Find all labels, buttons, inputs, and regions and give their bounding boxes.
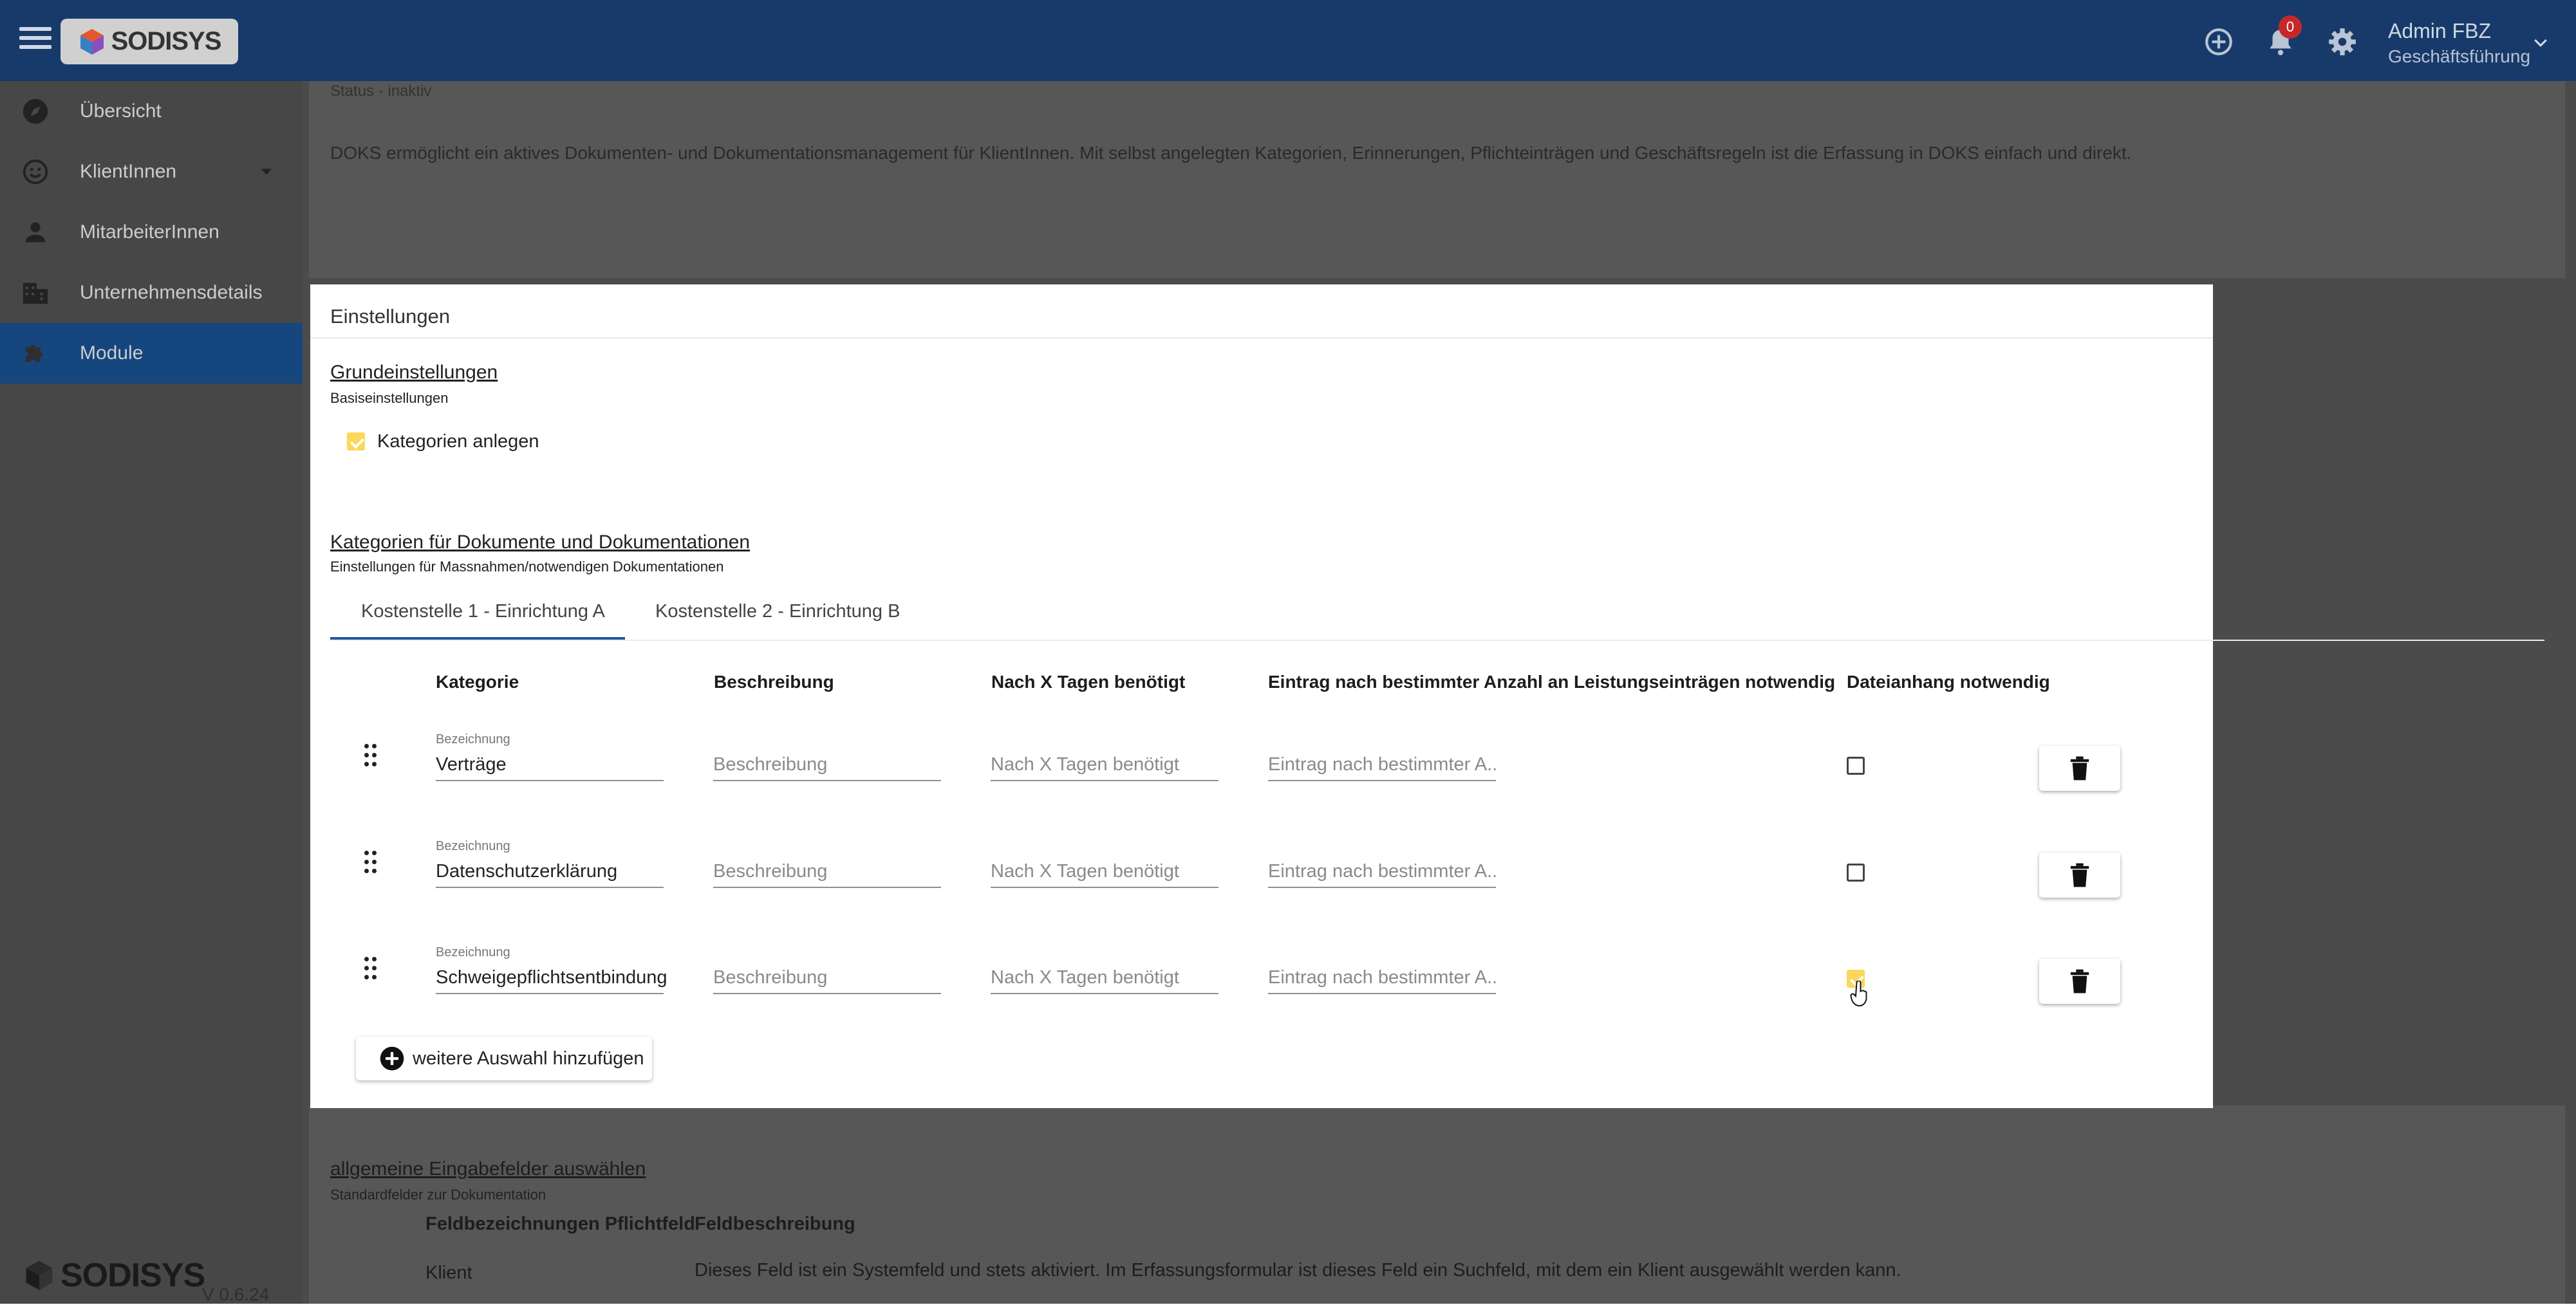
- section-title-categories: Kategorien für Dokumente und Dokumentati…: [330, 532, 751, 553]
- category-name-input[interactable]: Schweigepflichtsentbindung: [436, 967, 667, 988]
- delete-row-button[interactable]: [2039, 959, 2120, 1004]
- days-input[interactable]: Nach X Tagen benötigt: [991, 967, 1218, 988]
- section-subtitle-basic: Basiseinstellungen: [330, 390, 449, 406]
- logo-cube-icon: [80, 28, 104, 55]
- drag-handle-icon[interactable]: [364, 851, 380, 875]
- sidebar-item-label: Unternehmensdetails: [80, 282, 263, 303]
- input-underline: [713, 780, 941, 781]
- column-header-description: Beschreibung: [714, 672, 834, 692]
- field-label: Bezeichnung: [436, 732, 510, 746]
- chevron-down-icon[interactable]: [2531, 33, 2550, 53]
- sidebar-item-uebersicht[interactable]: Übersicht: [0, 81, 303, 142]
- input-underline: [436, 780, 664, 781]
- input-underline: [1268, 887, 1496, 888]
- description-input[interactable]: Beschreibung: [713, 967, 941, 988]
- entry-count-input[interactable]: Eintrag nach bestimmter A...: [1268, 967, 1496, 988]
- drag-handle-icon[interactable]: [364, 744, 380, 768]
- days-input[interactable]: Nach X Tagen benötigt: [991, 754, 1218, 775]
- column-header-category: Kategorie: [436, 672, 519, 692]
- add-circle-icon: [380, 1046, 404, 1071]
- sidebar-item-label: Übersicht: [80, 100, 162, 122]
- delete-row-button[interactable]: [2039, 746, 2120, 791]
- attachment-checkbox[interactable]: [1847, 864, 1865, 882]
- module-info-card: [309, 81, 2565, 278]
- smiley-icon: [23, 159, 48, 185]
- input-underline: [713, 993, 941, 994]
- description-input[interactable]: Beschreibung: [713, 754, 941, 775]
- compass-icon: [23, 98, 48, 124]
- days-input[interactable]: Nach X Tagen benötigt: [991, 861, 1218, 882]
- trash-icon: [2070, 969, 2089, 994]
- categories-checkbox-label[interactable]: Kategorien anlegen: [377, 431, 539, 452]
- sidebar-item-label: Module: [80, 342, 144, 364]
- sidebar-item-klientinnen[interactable]: KlientInnen: [0, 142, 303, 202]
- table-cell-description: Dieses Feld ist ein Systemfeld und stets…: [695, 1260, 1901, 1281]
- column-header-field: Feldbezeichnungen Pflichtfeld: [425, 1214, 695, 1234]
- app-logo[interactable]: SODISYS: [61, 19, 238, 64]
- version-label: V 0.6.24: [202, 1284, 270, 1304]
- building-icon: [23, 282, 48, 304]
- attachment-checkbox[interactable]: [1847, 757, 1865, 775]
- menu-icon[interactable]: [19, 27, 51, 53]
- tab-kostenstelle-2[interactable]: Kostenstelle 2 - Einrichtung B: [655, 601, 900, 622]
- section-title-basic: Grundeinstellungen: [330, 362, 498, 383]
- input-underline: [1268, 993, 1496, 994]
- input-underline: [991, 887, 1218, 888]
- module-description: DOKS ermöglicht ein aktives Dokumenten- …: [330, 143, 2132, 163]
- field-label: Bezeichnung: [436, 945, 510, 959]
- gear-icon[interactable]: [2326, 26, 2358, 58]
- field-label: Bezeichnung: [436, 839, 510, 853]
- description-input[interactable]: Beschreibung: [713, 861, 941, 882]
- caret-down-icon[interactable]: [257, 163, 275, 181]
- delete-row-button[interactable]: [2039, 853, 2120, 898]
- column-header-days: Nach X Tagen benötigt: [991, 672, 1186, 692]
- person-icon: [25, 222, 46, 243]
- dialog-title: Einstellungen: [330, 305, 451, 328]
- input-underline: [991, 780, 1218, 781]
- sidebar-item-label: MitarbeiterInnen: [80, 221, 219, 243]
- add-circle-icon[interactable]: [2203, 26, 2235, 58]
- entry-count-input[interactable]: Eintrag nach bestimmter A...: [1268, 754, 1496, 775]
- footer-logo: SODISYS: [23, 1256, 205, 1295]
- notification-badge: 0: [2279, 15, 2302, 39]
- section-title-fields: allgemeine Eingabefelder auswählen: [330, 1158, 646, 1180]
- status-text: Status - inaktiv: [330, 82, 432, 100]
- input-underline: [991, 993, 1218, 994]
- column-header-description: Feldbeschreibung: [695, 1214, 855, 1234]
- sidebar: Übersicht KlientInnen MitarbeiterInnen U…: [0, 81, 303, 1304]
- sidebar-item-mitarbeiterinnen[interactable]: MitarbeiterInnen: [0, 202, 303, 263]
- add-category-button[interactable]: weitere Auswahl hinzufügen: [356, 1037, 652, 1080]
- trash-icon: [2070, 756, 2089, 781]
- input-underline: [713, 887, 941, 888]
- tab-divider: [330, 640, 2544, 641]
- category-name-input[interactable]: Verträge: [436, 754, 507, 775]
- drag-handle-icon[interactable]: [364, 957, 380, 981]
- user-name[interactable]: Admin FBZ: [2388, 19, 2491, 43]
- sidebar-item-unternehmensdetails[interactable]: Unternehmensdetails: [0, 263, 303, 323]
- top-app-bar: [0, 0, 2576, 81]
- tab-kostenstelle-1[interactable]: Kostenstelle 1 - Einrichtung A: [361, 601, 605, 622]
- trash-icon: [2070, 863, 2089, 887]
- categories-checkbox[interactable]: [347, 432, 365, 450]
- logo-cube-icon: [26, 1261, 53, 1290]
- column-header-entry: Eintrag nach bestimmter Anzahl an Leistu…: [1268, 672, 1836, 692]
- logo-text: SODISYS: [111, 27, 222, 55]
- footer-logo-text: SODISYS: [61, 1257, 205, 1294]
- input-underline: [436, 887, 664, 888]
- add-category-label: weitere Auswahl hinzufügen: [413, 1048, 644, 1069]
- sidebar-item-label: KlientInnen: [80, 161, 177, 182]
- sidebar-item-module[interactable]: Module: [0, 323, 303, 384]
- entry-count-input[interactable]: Eintrag nach bestimmter A...: [1268, 861, 1496, 882]
- section-subtitle-categories: Einstellungen für Massnahmen/notwendigen…: [330, 559, 724, 575]
- input-underline: [1268, 780, 1496, 781]
- user-role[interactable]: Geschäftsführung: [2388, 46, 2530, 67]
- divider: [310, 337, 2213, 338]
- table-cell-field: Klient: [425, 1263, 472, 1283]
- input-underline: [436, 993, 664, 994]
- column-header-attachment: Dateianhang notwendig: [1847, 672, 2050, 692]
- section-subtitle-fields: Standardfelder zur Dokumentation: [330, 1187, 546, 1203]
- hand-pointer-icon: [1850, 981, 1867, 1006]
- category-name-input[interactable]: Datenschutzerklärung: [436, 861, 617, 882]
- puzzle-icon: [25, 344, 43, 362]
